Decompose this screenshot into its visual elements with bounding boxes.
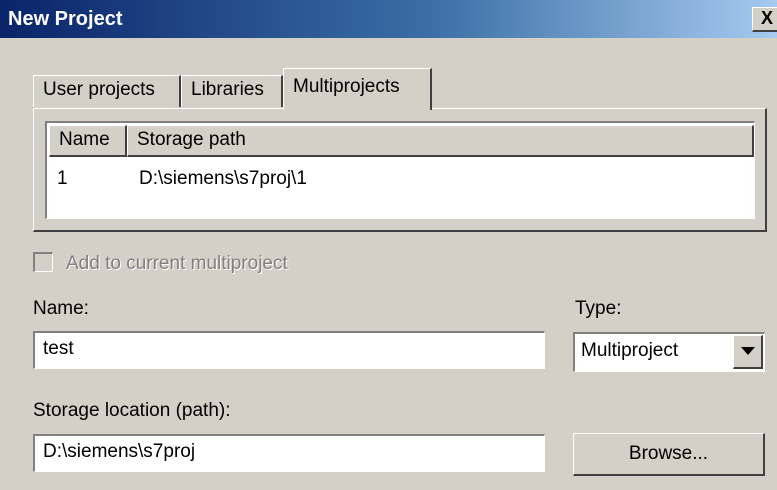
name-label: Name:: [33, 298, 89, 319]
tab-label: Libraries: [191, 79, 264, 100]
column-header-label: Storage path: [137, 129, 246, 150]
column-header-storage-path[interactable]: Storage path: [127, 125, 754, 157]
add-to-multiproject-label: Add to current multiproject: [66, 253, 288, 274]
tab-multiprojects[interactable]: Multiprojects: [283, 68, 432, 110]
tab-user-projects[interactable]: User projects: [33, 75, 181, 107]
column-header-name[interactable]: Name: [49, 125, 127, 157]
project-list[interactable]: Name Storage path 1 D:\siemens\s7proj\1: [45, 121, 755, 219]
window-title: New Project: [8, 8, 123, 30]
title-bar: New Project X: [0, 0, 777, 38]
type-select-value: Multiproject: [581, 340, 679, 361]
close-button[interactable]: X: [752, 7, 777, 32]
name-input[interactable]: test: [33, 331, 545, 369]
add-to-multiproject-checkbox[interactable]: [33, 252, 53, 272]
browse-button[interactable]: Browse...: [573, 433, 765, 476]
row-path: D:\siemens\s7proj\1: [139, 168, 307, 189]
type-select[interactable]: Multiproject: [573, 332, 765, 372]
column-header-label: Name: [59, 129, 110, 150]
type-label: Type:: [575, 298, 622, 319]
tab-label: User projects: [43, 79, 155, 100]
storage-location-label: Storage location (path):: [33, 400, 231, 421]
close-icon: X: [761, 8, 774, 28]
chevron-down-icon: [741, 347, 755, 355]
row-name: 1: [57, 168, 68, 189]
tab-libraries[interactable]: Libraries: [181, 75, 283, 107]
storage-location-input[interactable]: D:\siemens\s7proj: [33, 434, 545, 472]
dropdown-button[interactable]: [733, 335, 763, 369]
browse-button-label: Browse...: [628, 443, 709, 464]
tab-label: Multiprojects: [293, 76, 400, 97]
